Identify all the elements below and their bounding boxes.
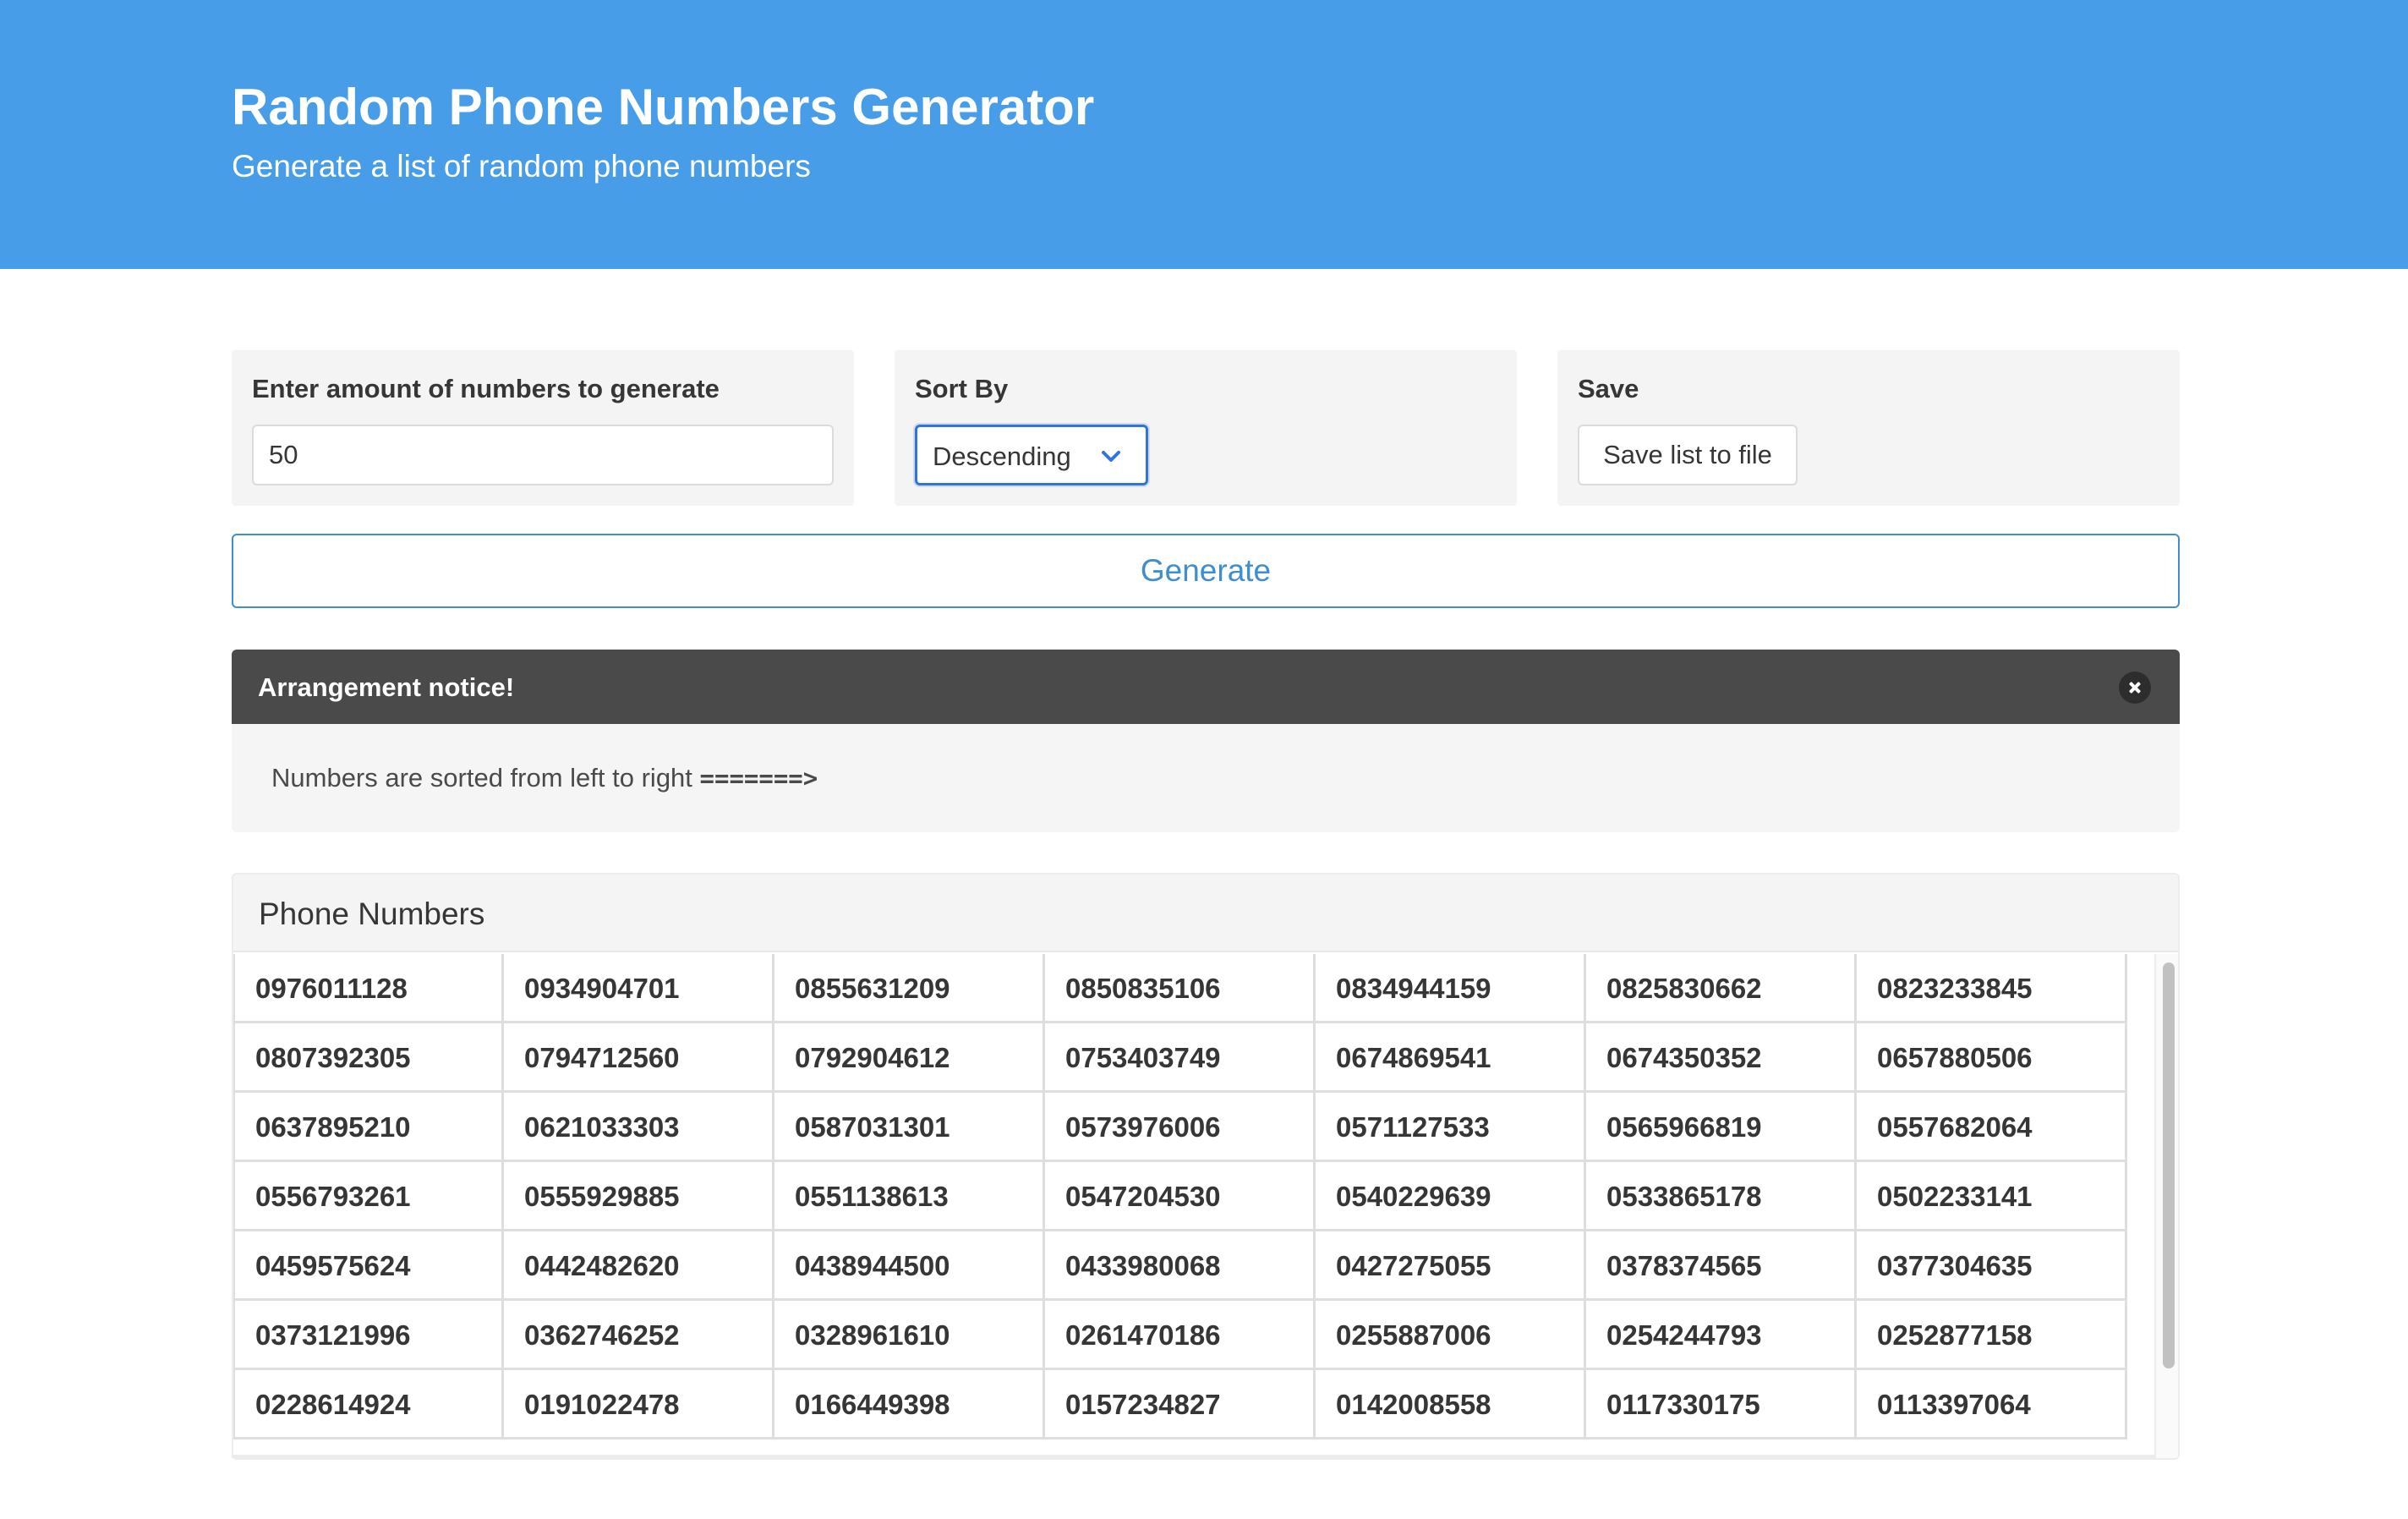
phone-number-cell: 0373121996: [233, 1301, 504, 1370]
panel-bottom-divider: [232, 1455, 2156, 1458]
phone-number-cell: 0378374565: [1586, 1231, 1857, 1301]
phone-number-cell: 0557682064: [1857, 1093, 2127, 1162]
sort-card: Sort By Descending: [895, 350, 1517, 506]
notice-text: Numbers are sorted from left to right: [271, 763, 692, 792]
phone-number-cell: 0823233845: [1857, 954, 2127, 1023]
hero-banner: Random Phone Numbers Generator Generate …: [0, 0, 2408, 269]
phone-number-cell: 0547204530: [1045, 1162, 1316, 1231]
phone-number-cell: 0459575624: [233, 1231, 504, 1301]
phone-number-cell: 0228614924: [233, 1370, 504, 1439]
phone-number-cell: 0438944500: [774, 1231, 1045, 1301]
phone-number-cell: 0825830662: [1586, 954, 1857, 1023]
panel-title: Phone Numbers: [259, 897, 485, 931]
phone-number-cell: 0255887006: [1316, 1301, 1586, 1370]
phone-number-cell: 0261470186: [1045, 1301, 1316, 1370]
sort-select[interactable]: Descending: [915, 425, 1148, 485]
phone-number-cell: 0855631209: [774, 954, 1045, 1023]
phone-number-cell: 0254244793: [1586, 1301, 1857, 1370]
phone-number-cell: 0587031301: [774, 1093, 1045, 1162]
phone-number-cell: 0377304635: [1857, 1231, 2127, 1301]
chevron-down-icon: [1102, 451, 1120, 462]
phone-number-cell: 0533865178: [1586, 1162, 1857, 1231]
phone-number-cell: 0794712560: [504, 1023, 774, 1093]
notice-title: Arrangement notice!: [258, 672, 515, 702]
numbers-grid: 0976011128 0934904701 0855631209 0850835106…: [233, 954, 2127, 1439]
save-list-button[interactable]: Save list to file: [1578, 425, 1798, 485]
panel-heading: Phone Numbers: [233, 875, 2178, 952]
phone-number-cell: 0621033303: [504, 1093, 774, 1162]
phone-number-cell: 0433980068: [1045, 1231, 1316, 1301]
phone-number-cell: 0556793261: [233, 1162, 504, 1231]
phone-number-cell: 0674869541: [1316, 1023, 1586, 1093]
phone-number-cell: 0166449398: [774, 1370, 1045, 1439]
phone-number-cell: 0540229639: [1316, 1162, 1586, 1231]
notice-arrow: =======>: [699, 764, 818, 792]
amount-card: Enter amount of numbers to generate: [232, 350, 854, 506]
amount-label: Enter amount of numbers to generate: [252, 374, 720, 403]
phone-number-cell: 0555929885: [504, 1162, 774, 1231]
phone-number-cell: 0571127533: [1316, 1093, 1586, 1162]
phone-number-cell: 0157234827: [1045, 1370, 1316, 1439]
phone-number-cell: 0657880506: [1857, 1023, 2127, 1093]
scrollbar[interactable]: [2154, 954, 2178, 1458]
phone-number-cell: 0573976006: [1045, 1093, 1316, 1162]
notice-header: Arrangement notice!: [232, 650, 2180, 724]
phone-number-cell: 0362746252: [504, 1301, 774, 1370]
generate-button[interactable]: Generate: [232, 534, 2180, 608]
phone-number-cell: 0934904701: [504, 954, 774, 1023]
save-label: Save: [1578, 374, 1639, 403]
amount-input[interactable]: [252, 425, 834, 485]
sort-label: Sort By: [915, 374, 1009, 403]
scrollbar-thumb[interactable]: [2163, 962, 2175, 1368]
phone-number-cell: 0834944159: [1316, 954, 1586, 1023]
phone-number-cell: 0674350352: [1586, 1023, 1857, 1093]
phone-number-cell: 0328961610: [774, 1301, 1045, 1370]
phone-number-cell: 0191022478: [504, 1370, 774, 1439]
phone-number-cell: 0252877158: [1857, 1301, 2127, 1370]
phone-number-cell: 0502233141: [1857, 1162, 2127, 1231]
phone-number-cell: 0117330175: [1586, 1370, 1857, 1439]
sort-selected-value: Descending: [933, 441, 1071, 471]
arrangement-notice: Arrangement notice! Numbers are sorted f…: [232, 650, 2180, 832]
phone-number-cell: 0850835106: [1045, 954, 1316, 1023]
phone-number-cell: 0976011128: [233, 954, 504, 1023]
page-subtitle: Generate a list of random phone numbers: [232, 149, 811, 184]
close-icon[interactable]: [2119, 672, 2151, 704]
phone-number-cell: 0637895210: [233, 1093, 504, 1162]
page-title: Random Phone Numbers Generator: [232, 79, 1095, 135]
phone-number-cell: 0442482620: [504, 1231, 774, 1301]
phone-number-cell: 0142008558: [1316, 1370, 1586, 1439]
phone-number-cell: 0427275055: [1316, 1231, 1586, 1301]
save-card: Save Save list to file: [1557, 350, 2180, 506]
phone-number-cell: 0551138613: [774, 1162, 1045, 1231]
phone-number-cell: 0792904612: [774, 1023, 1045, 1093]
phone-number-cell: 0113397064: [1857, 1370, 2127, 1439]
phone-number-cell: 0565966819: [1586, 1093, 1857, 1162]
phone-numbers-panel: Phone Numbers 0976011128 0934904701 085563…: [232, 873, 2180, 1460]
phone-number-cell: 0807392305: [233, 1023, 504, 1093]
phone-number-cell: 0753403749: [1045, 1023, 1316, 1093]
notice-message: Numbers are sorted from left to right ==…: [271, 763, 818, 793]
